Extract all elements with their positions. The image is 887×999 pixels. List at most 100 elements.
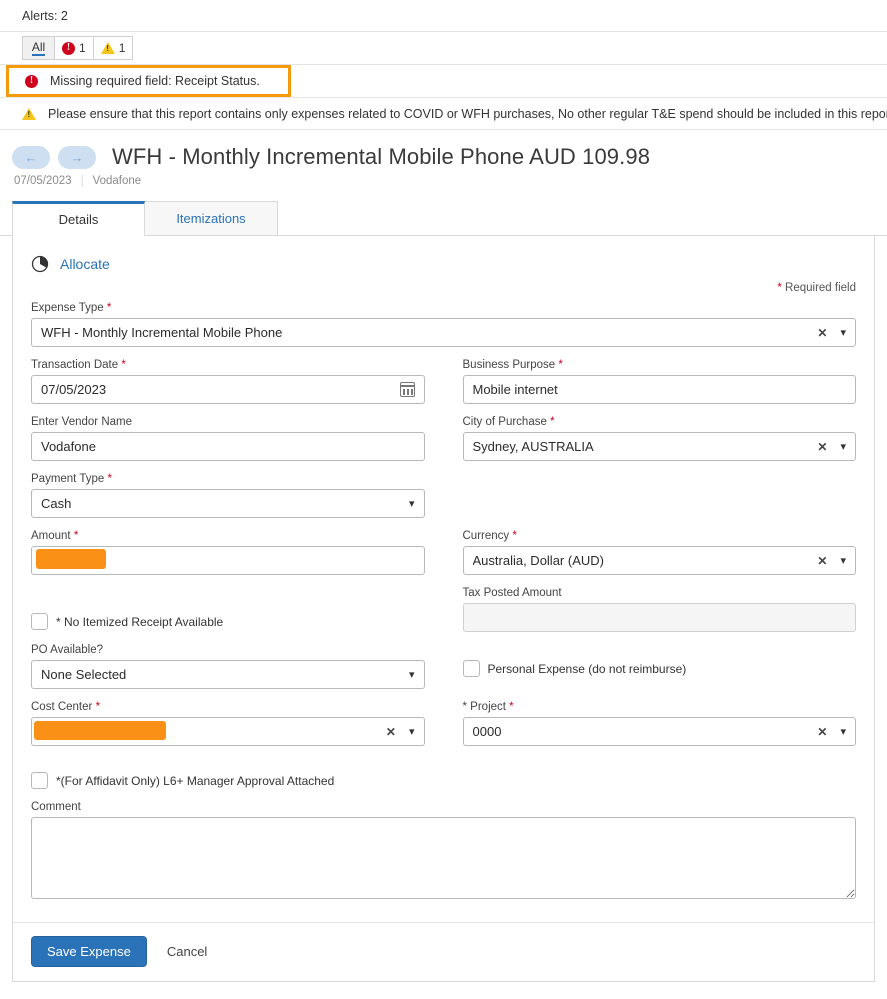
- amount-label-text: Amount: [31, 530, 71, 542]
- form-row-2: Enter Vendor Name Vodafone City of Purch…: [31, 416, 856, 473]
- cost-center-label: Cost Center *: [31, 701, 425, 713]
- required-asterisk: *: [107, 302, 111, 314]
- cost-center-redaction-mark: [34, 721, 166, 740]
- comment-textarea[interactable]: [31, 817, 856, 899]
- tax-posted-amount-input[interactable]: [463, 603, 857, 632]
- pie-chart-icon: [31, 255, 49, 273]
- field-po-available: PO Available? None Selected ▾: [31, 644, 425, 689]
- field-no-itemized-receipt[interactable]: * No Itemized Receipt Available: [31, 613, 425, 630]
- no-itemized-receipt-label: * No Itemized Receipt Available: [56, 615, 223, 629]
- clear-icon[interactable]: ✕: [386, 725, 396, 739]
- amount-redaction-mark: [36, 549, 106, 569]
- alert-filter-all[interactable]: All: [22, 36, 55, 60]
- form-row-7: Cost Center * ✕ ▾ *: [31, 701, 856, 758]
- alert-filter-warnings-count: 1: [119, 41, 126, 55]
- expense-type-label: Expense Type *: [31, 302, 856, 314]
- currency-input[interactable]: Australia, Dollar (AUD) ✕ ▾: [463, 546, 857, 575]
- header-separator: |: [81, 175, 84, 187]
- business-purpose-value: Mobile internet: [473, 382, 847, 397]
- allocate-row[interactable]: Allocate: [31, 252, 856, 275]
- field-comment: Comment: [31, 801, 856, 904]
- save-expense-button[interactable]: Save Expense: [31, 936, 147, 967]
- no-itemized-receipt-checkbox[interactable]: [31, 613, 48, 630]
- tab-details-label: Details: [59, 212, 99, 227]
- chevron-down-icon[interactable]: ▾: [840, 725, 846, 738]
- business-purpose-input[interactable]: Mobile internet: [463, 375, 857, 404]
- project-input[interactable]: 0000 ✕ ▾: [463, 717, 857, 746]
- clear-icon[interactable]: ✕: [817, 326, 827, 340]
- affidavit-checkbox[interactable]: [31, 772, 48, 789]
- payment-type-label: Payment Type *: [31, 473, 425, 485]
- alert-message-error-wrap: ! Missing required field: Receipt Status…: [0, 65, 887, 98]
- transaction-date-input[interactable]: 07/05/2023: [31, 375, 425, 404]
- payment-type-select[interactable]: Cash ▾: [31, 489, 425, 518]
- warning-icon: [22, 108, 36, 120]
- form-row-3: Payment Type * Cash ▾: [31, 473, 856, 530]
- header-title-row: ← → WFH - Monthly Incremental Mobile Pho…: [12, 144, 887, 170]
- alert-filter-errors[interactable]: ! 1: [55, 36, 94, 60]
- chevron-down-icon[interactable]: ▾: [409, 725, 415, 738]
- vendor-name-value: Vodafone: [41, 439, 415, 454]
- chevron-down-icon[interactable]: ▾: [840, 440, 846, 453]
- field-currency: Currency * Australia, Dollar (AUD) ✕ ▾: [463, 530, 857, 575]
- required-asterisk: *: [108, 473, 112, 485]
- alert-filter-warnings[interactable]: 1: [94, 36, 134, 60]
- cancel-button[interactable]: Cancel: [161, 943, 213, 960]
- cost-center-input[interactable]: ✕ ▾: [31, 717, 425, 746]
- field-personal-expense[interactable]: Personal Expense (do not reimburse): [463, 660, 857, 677]
- chevron-down-icon[interactable]: ▾: [409, 668, 415, 681]
- expense-type-input[interactable]: WFH - Monthly Incremental Mobile Phone ✕…: [31, 318, 856, 347]
- clear-icon[interactable]: ✕: [817, 554, 827, 568]
- transaction-date-label: Transaction Date *: [31, 359, 425, 371]
- calendar-icon[interactable]: [400, 382, 415, 397]
- personal-expense-label: Personal Expense (do not reimburse): [488, 662, 687, 676]
- page-title: WFH - Monthly Incremental Mobile Phone A…: [112, 144, 650, 170]
- field-city-of-purchase: City of Purchase * Sydney, AUSTRALIA ✕ ▾: [463, 416, 857, 461]
- alert-filter-bar: All ! 1 1: [0, 32, 887, 65]
- transaction-date-label-text: Transaction Date: [31, 359, 118, 371]
- arrow-right-icon[interactable]: →: [58, 146, 96, 169]
- allocate-link[interactable]: Allocate: [60, 256, 110, 272]
- amount-input[interactable]: [31, 546, 425, 575]
- required-asterisk: *: [512, 530, 516, 542]
- alert-message-warning: Please ensure that this report contains …: [0, 98, 887, 130]
- chevron-down-icon[interactable]: ▾: [840, 554, 846, 567]
- field-affidavit[interactable]: *(For Affidavit Only) L6+ Manager Approv…: [31, 772, 856, 789]
- field-cost-center: Cost Center * ✕ ▾: [31, 701, 425, 746]
- tab-details[interactable]: Details: [12, 201, 145, 236]
- po-available-select[interactable]: None Selected ▾: [31, 660, 425, 689]
- city-of-purchase-value: Sydney, AUSTRALIA: [473, 439, 812, 454]
- header-vendor: Vodafone: [93, 175, 142, 187]
- vendor-name-input[interactable]: Vodafone: [31, 432, 425, 461]
- clear-icon[interactable]: ✕: [817, 440, 827, 454]
- header-meta-row: 07/05/2023 | Vodafone: [12, 175, 887, 187]
- city-of-purchase-label-text: City of Purchase: [463, 416, 547, 428]
- expense-type-label-text: Expense Type: [31, 302, 104, 314]
- required-asterisk: *: [96, 701, 100, 713]
- project-label-text: * Project: [463, 701, 506, 713]
- transaction-date-value: 07/05/2023: [41, 382, 400, 397]
- field-transaction-date: Transaction Date * 07/05/2023: [31, 359, 425, 404]
- alert-message-error: ! Missing required field: Receipt Status…: [6, 65, 291, 97]
- arrow-left-icon[interactable]: ←: [12, 146, 50, 169]
- required-asterisk: *: [777, 282, 781, 294]
- personal-expense-checkbox[interactable]: [463, 660, 480, 677]
- required-field-note: * Required field: [31, 282, 856, 294]
- business-purpose-label: Business Purpose *: [463, 359, 857, 371]
- business-purpose-label-text: Business Purpose: [463, 359, 556, 371]
- alerts-count-label: Alerts: 2: [0, 0, 887, 32]
- page-header: ← → WFH - Monthly Incremental Mobile Pho…: [0, 130, 887, 187]
- chevron-down-icon[interactable]: ▾: [840, 326, 846, 339]
- expense-form-card: Allocate * Required field Expense Type *…: [12, 236, 875, 982]
- comment-label: Comment: [31, 801, 856, 813]
- error-icon: !: [25, 75, 38, 88]
- required-asterisk: *: [550, 416, 554, 428]
- po-available-label: PO Available?: [31, 644, 425, 656]
- tab-itemizations[interactable]: Itemizations: [145, 201, 278, 236]
- field-business-purpose: Business Purpose * Mobile internet: [463, 359, 857, 404]
- warning-icon: [101, 42, 115, 54]
- field-tax-posted-amount: Tax Posted Amount: [463, 587, 857, 632]
- clear-icon[interactable]: ✕: [817, 725, 827, 739]
- chevron-down-icon[interactable]: ▾: [409, 497, 415, 510]
- city-of-purchase-input[interactable]: Sydney, AUSTRALIA ✕ ▾: [463, 432, 857, 461]
